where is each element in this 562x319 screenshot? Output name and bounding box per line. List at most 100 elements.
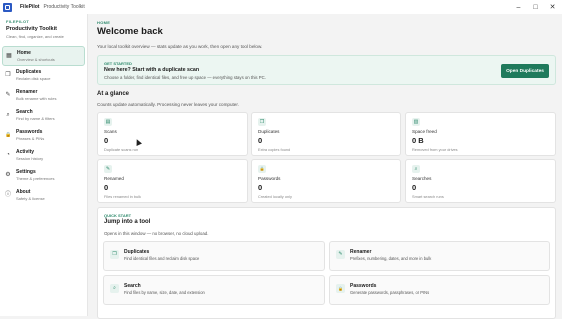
stat-sub: Extra copies found xyxy=(258,147,291,152)
stat-card-space-freed: ▥ Space freed 0 B Removed from your driv… xyxy=(405,112,556,156)
quick-start-description: Opens in this window — no browser, no cl… xyxy=(104,231,209,236)
stat-card-passwords: 🔒 Passwords 0 Created locally only xyxy=(251,159,401,203)
scans-icon: ▤ xyxy=(104,118,112,126)
gear-icon: ⚙ xyxy=(5,172,11,178)
sidebar-item-label: Renamer xyxy=(16,89,38,95)
sidebar-item-sub: Theme & preferences xyxy=(16,176,55,181)
stat-label: Duplicates xyxy=(258,129,280,134)
stat-sub: Files renamed in bulk xyxy=(104,194,141,199)
stat-value: 0 xyxy=(258,183,263,192)
sidebar-item-label: About xyxy=(16,189,31,195)
duplicates-icon: ❐ xyxy=(258,118,266,126)
stat-label: Passwords xyxy=(258,176,281,181)
sidebar-item-label: Duplicates xyxy=(16,69,42,75)
lock-icon: 🔒 xyxy=(5,132,12,138)
stat-sub: Smart search runs xyxy=(412,194,444,199)
info-icon: ⓘ xyxy=(5,192,12,198)
tool-label: Search xyxy=(124,283,141,289)
sidebar-item-renamer[interactable]: ✎ Renamer Bulk rename with rules xyxy=(2,86,85,106)
sidebar-item-sub: Reclaim disk space xyxy=(16,76,51,81)
get-started-banner: GET STARTED New here? Start with a dupli… xyxy=(97,55,556,85)
open-duplicates-button[interactable]: Open Duplicates xyxy=(501,64,549,78)
sidebar-item-passwords[interactable]: 🔒 Passwords Phrases & PINs xyxy=(2,126,85,146)
sidebar-item-label: Activity xyxy=(16,149,35,155)
brand-block: FILEPILOT Productivity Toolkit Clean, fi… xyxy=(0,14,87,39)
sidebar: FILEPILOT Productivity Toolkit Clean, fi… xyxy=(0,14,88,316)
drive-icon: ▥ xyxy=(412,118,420,126)
tool-description: Find identical files and reclaim disk sp… xyxy=(124,256,200,261)
sidebar-item-label: Passwords xyxy=(16,129,43,135)
quick-start-panel: QUICK START Jump into a tool Opens in th… xyxy=(97,207,556,319)
sidebar-item-duplicates[interactable]: ❐ Duplicates Reclaim disk space xyxy=(2,66,85,86)
sidebar-item-sub: Bulk rename with rules xyxy=(16,96,57,101)
pencil-icon: ✎ xyxy=(336,250,345,259)
search-icon: ⌕ xyxy=(110,284,119,293)
lock-icon: 🔒 xyxy=(336,284,345,293)
tool-label: Renamer xyxy=(350,249,372,255)
glance-subheading: Counts update automatically. Processing … xyxy=(97,102,239,107)
stat-value: 0 xyxy=(412,183,417,192)
stat-value: 0 xyxy=(104,136,109,145)
stat-value: 0 B xyxy=(412,136,424,145)
sidebar-nav: ▦ Home Overview & shortcuts ❐ Duplicates… xyxy=(0,46,87,206)
app-icon xyxy=(3,2,12,12)
pencil-icon: ✎ xyxy=(104,165,112,173)
brand-kicker: FILEPILOT xyxy=(6,19,30,24)
sidebar-item-activity[interactable]: ◔ Activity Session history xyxy=(2,146,85,166)
glance-heading: At a glance xyxy=(97,91,130,97)
sidebar-item-home[interactable]: ▦ Home Overview & shortcuts xyxy=(2,46,85,66)
tool-label: Passwords xyxy=(350,283,377,289)
banner-description: Choose a folder, find identical files, a… xyxy=(104,75,266,80)
duplicates-icon: ❐ xyxy=(110,250,119,259)
pencil-icon: ✎ xyxy=(5,92,11,98)
sidebar-item-sub: Overview & shortcuts xyxy=(17,57,55,62)
tool-duplicates[interactable]: ❐ Duplicates Find identical files and re… xyxy=(103,241,325,271)
minimize-button[interactable]: – xyxy=(510,0,527,14)
stat-label: Space freed xyxy=(412,129,437,134)
app-title: FilePilot xyxy=(20,4,40,10)
tool-label: Duplicates xyxy=(124,249,150,255)
maximize-button[interactable]: □ xyxy=(527,0,544,14)
banner-title: New here? Start with a duplicate scan xyxy=(104,67,200,73)
lock-icon: 🔒 xyxy=(258,165,266,173)
stat-label: Searches xyxy=(412,176,432,181)
stat-card-searches: ⌕ Searches 0 Smart search runs xyxy=(405,159,556,203)
sidebar-item-sub: Find by name & filters xyxy=(16,116,55,121)
stat-card-scans: ▤ Scans 0 Duplicate scans run xyxy=(97,112,248,156)
sidebar-item-label: Home xyxy=(17,50,31,56)
tool-description: Find files by name, size, date, and exte… xyxy=(124,290,205,295)
close-button[interactable]: ✕ xyxy=(544,0,561,14)
banner-kicker: GET STARTED xyxy=(104,61,132,66)
sidebar-item-settings[interactable]: ⚙ Settings Theme & preferences xyxy=(2,166,85,186)
stat-sub: Duplicate scans run xyxy=(104,147,139,152)
title-bar: FilePilot Productivity Toolkit xyxy=(0,0,562,14)
sidebar-item-search[interactable]: ⌕ Search Find by name & filters xyxy=(2,106,85,126)
stat-card-duplicates: ❐ Duplicates 0 Extra copies found xyxy=(251,112,401,156)
sidebar-item-sub: Phrases & PINs xyxy=(16,136,45,141)
app-subtitle: Productivity Toolkit xyxy=(43,4,85,10)
duplicates-icon: ❐ xyxy=(5,72,11,78)
tool-description: Prefixes, numbering, dates, and more in … xyxy=(350,256,432,261)
tool-renamer[interactable]: ✎ Renamer Prefixes, numbering, dates, an… xyxy=(329,241,550,271)
search-icon: ⌕ xyxy=(412,165,420,173)
tool-search[interactable]: ⌕ Search Find files by name, size, date,… xyxy=(103,275,325,305)
stat-value: 0 xyxy=(258,136,263,145)
sidebar-item-about[interactable]: ⓘ About Safety & license xyxy=(2,186,85,206)
brand-description: Clean, find, organize, and create xyxy=(6,34,64,39)
brand-name: Productivity Toolkit xyxy=(6,26,57,32)
quick-start-title: Jump into a tool xyxy=(104,219,151,225)
clock-icon: ◔ xyxy=(6,152,10,158)
sidebar-item-label: Settings xyxy=(16,169,36,175)
tool-passwords[interactable]: 🔒 Passwords Generate passwords, passphra… xyxy=(329,275,550,305)
breadcrumb: HOME xyxy=(97,20,111,25)
home-icon: ▦ xyxy=(6,53,12,59)
quick-start-kicker: QUICK START xyxy=(104,213,132,218)
stat-sub: Removed from your drives xyxy=(412,147,458,152)
stat-sub: Created locally only xyxy=(258,194,292,199)
tool-description: Generate passwords, passphrases, or PINs xyxy=(350,290,430,295)
sidebar-item-sub: Session history xyxy=(16,156,44,161)
stat-value: 0 xyxy=(104,183,109,192)
page-title: Welcome back xyxy=(97,26,163,37)
search-icon: ⌕ xyxy=(6,112,10,118)
stat-card-renamed: ✎ Renamed 0 Files renamed in bulk xyxy=(97,159,248,203)
